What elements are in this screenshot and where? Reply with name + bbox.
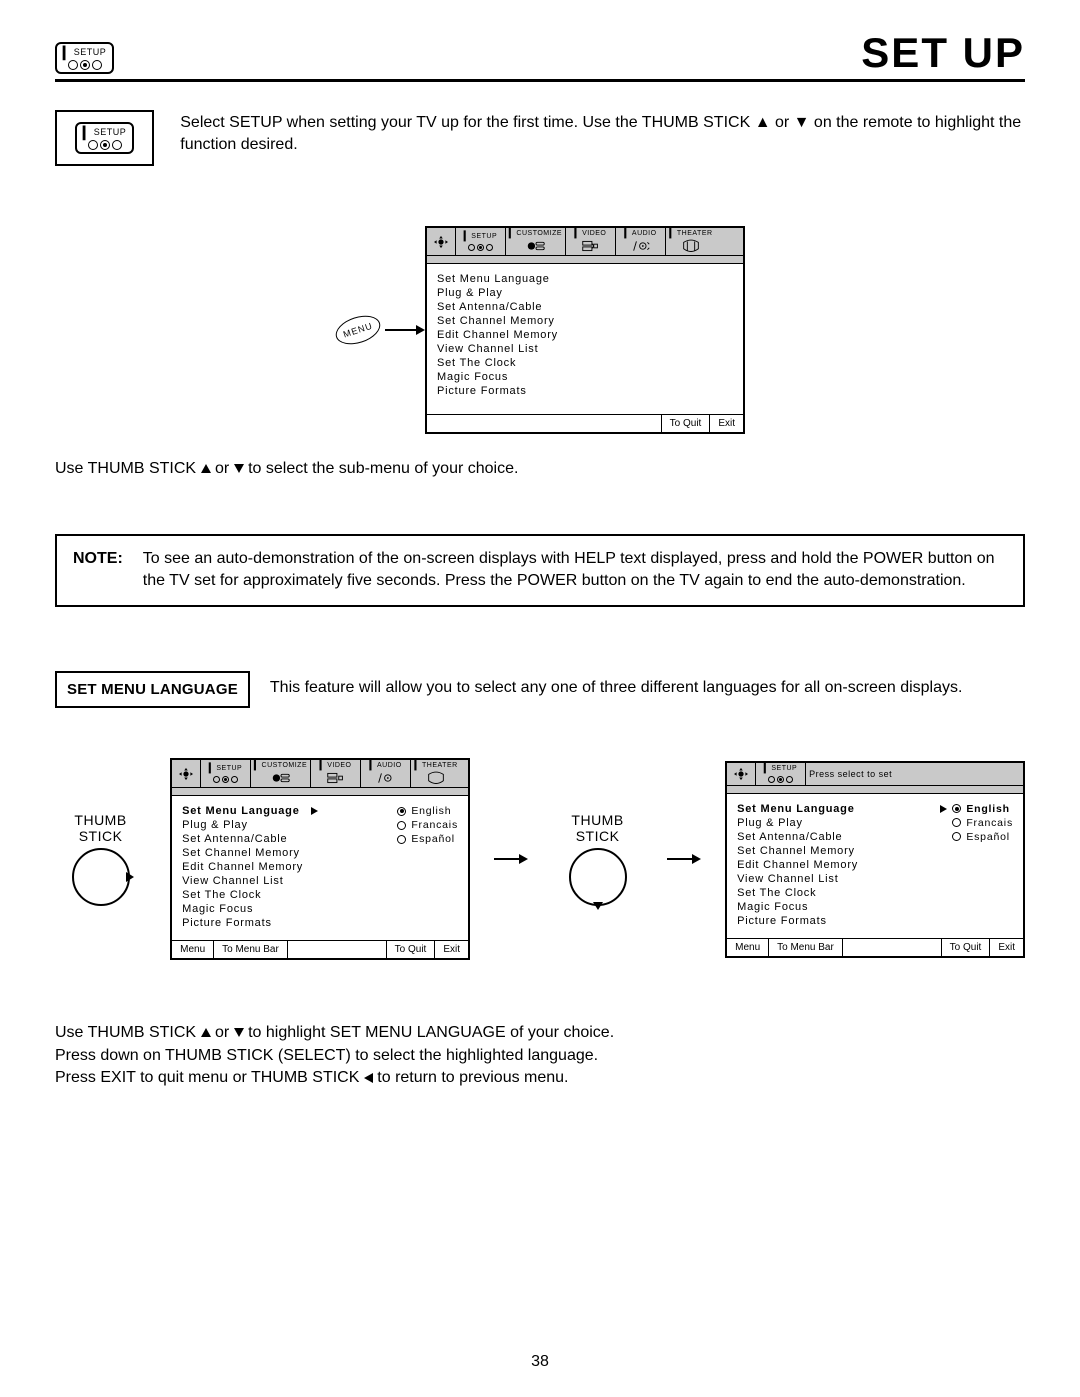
- osd-tab-bar: ▎SETUP ▎CUSTOMIZE ▎VIDEO ▎AUDIO ▎THEATER: [427, 228, 743, 256]
- osd-tab-setup: ▎SETUP: [456, 228, 506, 255]
- osd-language-step1: ▎SETUP ▎CUSTOMIZE ▎VIDEO ▎AUDIO ▎THEATER…: [170, 758, 470, 960]
- language-diagrams: THUMB STICK ▎SETUP ▎CUSTOMIZE ▎VIDEO ▎AU…: [55, 758, 1025, 960]
- thumb-stick-down: THUMB STICK: [552, 812, 643, 906]
- page-number: 38: [0, 1353, 1080, 1371]
- bottom-instructions: Use THUMB STICK or to highlight SET MENU…: [55, 1022, 1025, 1089]
- osd-tab-theater: ▎THEATER: [666, 228, 716, 255]
- note-text: To see an auto-demonstration of the on-s…: [143, 548, 1007, 591]
- flow-arrow: [667, 858, 701, 860]
- thumb-stick-right: THUMB STICK: [55, 812, 146, 906]
- setup-icon-label: SETUP: [74, 48, 107, 57]
- menu-item: View Channel List: [437, 343, 538, 355]
- osd-footer: To Quit Exit: [427, 414, 743, 432]
- osd-tab-audio: ▎AUDIO: [616, 228, 666, 255]
- osd-tab-customize: ▎CUSTOMIZE: [506, 228, 566, 255]
- setup-icon: ▎SETUP: [55, 42, 114, 74]
- main-osd-diagram: MENU ▎SETUP ▎CUSTOMIZE ▎VIDEO: [55, 226, 1025, 434]
- thumb-circle-icon: [569, 848, 627, 906]
- footer-exit: Exit: [710, 415, 743, 432]
- osd-main: ▎SETUP ▎CUSTOMIZE ▎VIDEO ▎AUDIO ▎THEATER: [425, 226, 745, 434]
- arrow-icon: [385, 329, 423, 331]
- language-description: This feature will allow you to select an…: [270, 671, 963, 697]
- page-content: ▎SETUP SET UP ▎SETUP Select SETUP when s…: [55, 32, 1025, 1089]
- page-title: SET UP: [861, 32, 1025, 74]
- footer-quit: To Quit: [662, 415, 711, 432]
- osd-hint-text: Press select to set: [809, 769, 892, 779]
- intro-icon-box: ▎SETUP: [55, 110, 154, 166]
- menu-item: Magic Focus: [437, 371, 508, 383]
- menu-button-icon: MENU: [332, 311, 384, 350]
- note-box: NOTE: To see an auto-demonstration of th…: [55, 534, 1025, 607]
- menu-item: Edit Channel Memory: [437, 329, 558, 341]
- thumb-circle-icon: [72, 848, 130, 906]
- submenu-instruction: Use THUMB STICK or to select the sub-men…: [55, 460, 1025, 478]
- menu-item: Set Menu Language: [437, 273, 550, 285]
- menu-item: Set The Clock: [437, 357, 516, 369]
- osd-tab-video: ▎VIDEO: [566, 228, 616, 255]
- menu-item: Set Channel Memory: [437, 315, 555, 327]
- menu-item: Picture Formats: [437, 385, 527, 397]
- osd-tab-nav: [427, 228, 456, 255]
- flow-arrow: [494, 858, 528, 860]
- menu-item: Plug & Play: [437, 287, 503, 299]
- instruction-line: Press down on THUMB STICK (SELECT) to se…: [55, 1045, 1025, 1067]
- intro-setup-label: SETUP: [94, 128, 127, 137]
- note-label: NOTE:: [73, 548, 123, 591]
- osd-menu-list: Set Menu Language Plug & Play Set Antenn…: [427, 264, 743, 414]
- page-header: ▎SETUP SET UP: [55, 32, 1025, 82]
- language-heading-box: SET MENU LANGUAGE: [55, 671, 250, 708]
- language-section-header: SET MENU LANGUAGE This feature will allo…: [55, 671, 1025, 708]
- menu-item: Set Antenna/Cable: [437, 301, 542, 313]
- osd-language-step2: ▎SETUP Press select to set Set Menu Lang…: [725, 761, 1025, 958]
- intro-text: Select SETUP when setting your TV up for…: [180, 110, 1025, 155]
- intro-section: ▎SETUP Select SETUP when setting your TV…: [55, 110, 1025, 166]
